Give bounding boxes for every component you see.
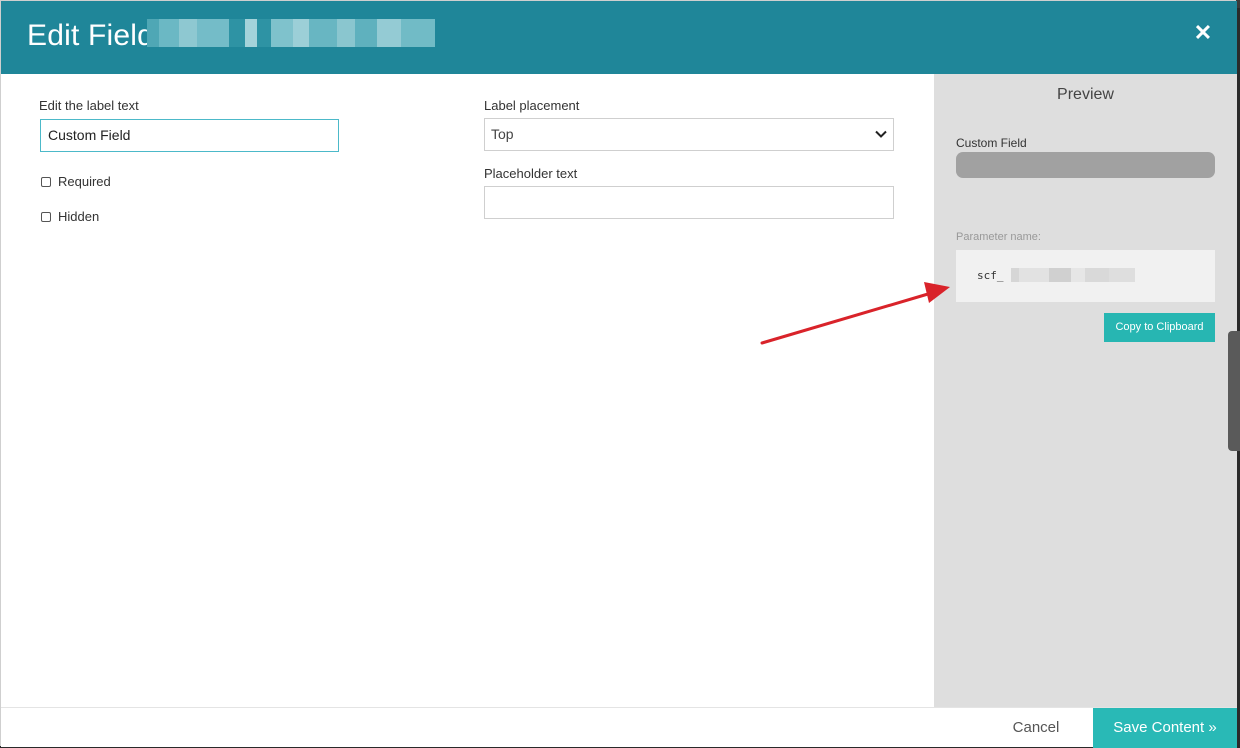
preview-field — [956, 152, 1215, 178]
required-checkbox[interactable] — [41, 176, 51, 187]
placeholder-text-label: Placeholder text — [484, 166, 578, 181]
redacted-field-name — [147, 19, 435, 47]
placeholder-text-input[interactable] — [484, 186, 894, 219]
modal-header: Edit Field: ✕ — [1, 1, 1237, 74]
close-icon[interactable]: ✕ — [1189, 19, 1217, 47]
preview-pane: Preview Custom Field Parameter name: scf… — [934, 74, 1237, 707]
edit-field-modal: Edit Field: ✕ Edit the label text Custom… — [0, 0, 1237, 748]
label-placement-value: Top — [491, 126, 514, 142]
chevron-down-icon — [875, 130, 887, 138]
copy-to-clipboard-button[interactable]: Copy to Clipboard — [1104, 313, 1215, 342]
parameter-name-label: Parameter name: — [956, 231, 1041, 243]
label-placement-label: Label placement — [484, 98, 580, 113]
modal-title: Edit Field: — [27, 19, 163, 52]
parameter-name-value: scf_ — [977, 269, 1004, 282]
preview-field-label: Custom Field — [956, 136, 1027, 150]
label-text-input[interactable]: Custom Field — [40, 119, 339, 152]
save-content-button[interactable]: Save Content » — [1093, 708, 1237, 748]
parameter-name-box: scf_ — [956, 250, 1215, 302]
form-area: Edit the label text Custom Field Require… — [1, 74, 934, 707]
preview-title: Preview — [1057, 86, 1114, 103]
required-label: Required — [58, 174, 111, 189]
hidden-checkbox[interactable] — [41, 211, 51, 222]
hidden-label: Hidden — [58, 209, 100, 224]
required-checkbox-row[interactable]: Required — [41, 174, 111, 189]
feedback-side-tab[interactable] — [1228, 331, 1240, 451]
label-text-label: Edit the label text — [39, 98, 139, 113]
redacted-parameter-suffix — [1011, 268, 1135, 282]
label-placement-select[interactable]: Top — [484, 118, 894, 151]
modal-footer: Cancel Save Content » — [1, 707, 1237, 748]
hidden-checkbox-row[interactable]: Hidden — [41, 209, 99, 224]
cancel-button[interactable]: Cancel — [991, 708, 1081, 748]
